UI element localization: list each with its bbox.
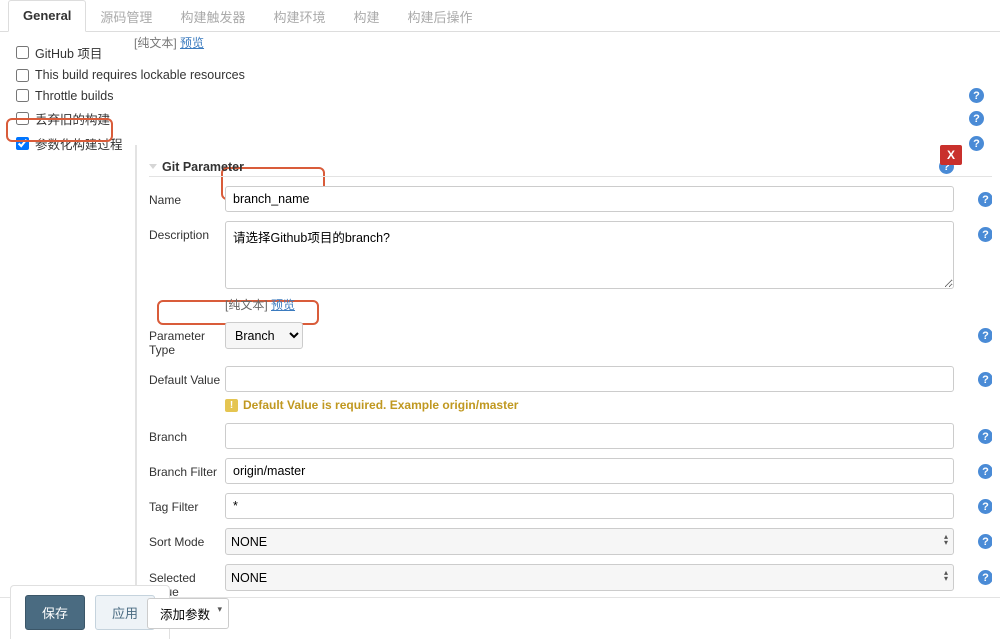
opt-discard-checkbox[interactable] (16, 112, 29, 125)
opt-label: 丢弃旧的构建 (35, 109, 110, 128)
row-parameter-type: Parameter Type Branch ? (149, 322, 992, 357)
help-icon[interactable]: ? (969, 111, 984, 126)
help-icon[interactable]: ? (978, 328, 992, 343)
row-description: Description 请选择Github项目的branch? [纯文本] 预览… (149, 221, 992, 313)
opt-parameterized-checkbox[interactable] (16, 137, 29, 150)
config-tabs: General 源码管理 构建触发器 构建环境 构建 构建后操作 (0, 0, 1000, 32)
sort-mode-label: Sort Mode (149, 528, 225, 549)
tag-filter-label: Tag Filter (149, 493, 225, 514)
row-branch: Branch ? (149, 423, 992, 449)
help-icon[interactable]: ? (978, 192, 992, 207)
help-icon[interactable]: ? (978, 372, 992, 387)
help-icon[interactable]: ? (978, 227, 992, 242)
add-parameter-button[interactable]: 添加参数 (147, 598, 229, 629)
default-label: Default Value (149, 366, 225, 387)
branch-filter-input[interactable] (225, 458, 954, 484)
help-icon[interactable]: ? (978, 570, 992, 585)
tab-build[interactable]: 构建 (339, 0, 393, 31)
row-name: Name ? (149, 186, 992, 212)
section-header[interactable]: Git Parameter ? (149, 159, 992, 177)
description-label: Description (149, 221, 225, 242)
opt-throttle[interactable]: Throttle builds ? (10, 85, 990, 106)
close-icon[interactable]: X (940, 145, 962, 165)
branch-input[interactable] (225, 423, 954, 449)
default-value-input[interactable] (225, 366, 954, 392)
paramtype-label: Parameter Type (149, 322, 225, 357)
tab-env[interactable]: 构建环境 (259, 0, 339, 31)
desc-sub-prefix: [纯文本] (225, 298, 271, 312)
help-icon[interactable]: ? (978, 464, 992, 479)
validation-text: Default Value is required. Example origi… (243, 398, 518, 412)
tag-filter-input[interactable] (225, 493, 954, 519)
tab-general[interactable]: General (8, 0, 86, 32)
help-icon[interactable]: ? (978, 499, 992, 514)
opt-throttle-checkbox[interactable] (16, 89, 29, 102)
help-icon[interactable]: ? (978, 429, 992, 444)
opt-lockable-checkbox[interactable] (16, 69, 29, 82)
opt-github-project[interactable]: GitHub 项目 (10, 40, 990, 65)
description-subtext: [纯文本] 预览 (225, 296, 954, 313)
preview-link[interactable]: 预览 (271, 298, 295, 312)
branch-label: Branch (149, 423, 225, 444)
opt-lockable[interactable]: This build requires lockable resources (10, 65, 990, 85)
opt-label: 参数化构建过程 (35, 134, 123, 153)
help-icon[interactable]: ? (969, 88, 984, 103)
opt-github-checkbox[interactable] (16, 46, 29, 59)
row-sort-mode: Sort Mode NONE ? (149, 528, 992, 555)
job-options: GitHub 项目 This build requires lockable r… (10, 40, 990, 156)
parameter-panel: X Git Parameter ? Name ? Description 请选择… (135, 145, 992, 597)
chevron-down-icon (149, 164, 157, 169)
row-branch-filter: Branch Filter ? (149, 458, 992, 484)
add-parameter-wrap: 添加参数 (147, 598, 229, 629)
paramtype-select[interactable]: Branch (225, 322, 303, 349)
save-button[interactable]: 保存 (25, 595, 85, 630)
sort-mode-select[interactable]: NONE (225, 528, 954, 555)
warning-icon: ! (225, 399, 238, 412)
row-selected-value: Selected Value NONE ? (149, 564, 992, 597)
row-default-value: Default Value ! Default Value is require… (149, 366, 992, 414)
row-tag-filter: Tag Filter ? (149, 493, 992, 519)
branch-filter-label: Branch Filter (149, 458, 225, 479)
validation-message: ! Default Value is required. Example ori… (225, 398, 954, 412)
description-input[interactable]: 请选择Github项目的branch? (225, 221, 954, 289)
opt-label: This build requires lockable resources (35, 68, 245, 82)
opt-label: Throttle builds (35, 89, 114, 103)
tab-postbuild[interactable]: 构建后操作 (393, 0, 486, 31)
tab-triggers[interactable]: 构建触发器 (166, 0, 259, 31)
opt-discard-old[interactable]: 丢弃旧的构建 ? (10, 106, 990, 131)
help-icon[interactable]: ? (978, 534, 992, 549)
selected-value-select[interactable]: NONE (225, 564, 954, 591)
name-label: Name (149, 186, 225, 207)
name-input[interactable] (225, 186, 954, 212)
tab-scm[interactable]: 源码管理 (86, 0, 166, 31)
opt-label: GitHub 项目 (35, 43, 102, 62)
section-title: Git Parameter (162, 160, 244, 174)
